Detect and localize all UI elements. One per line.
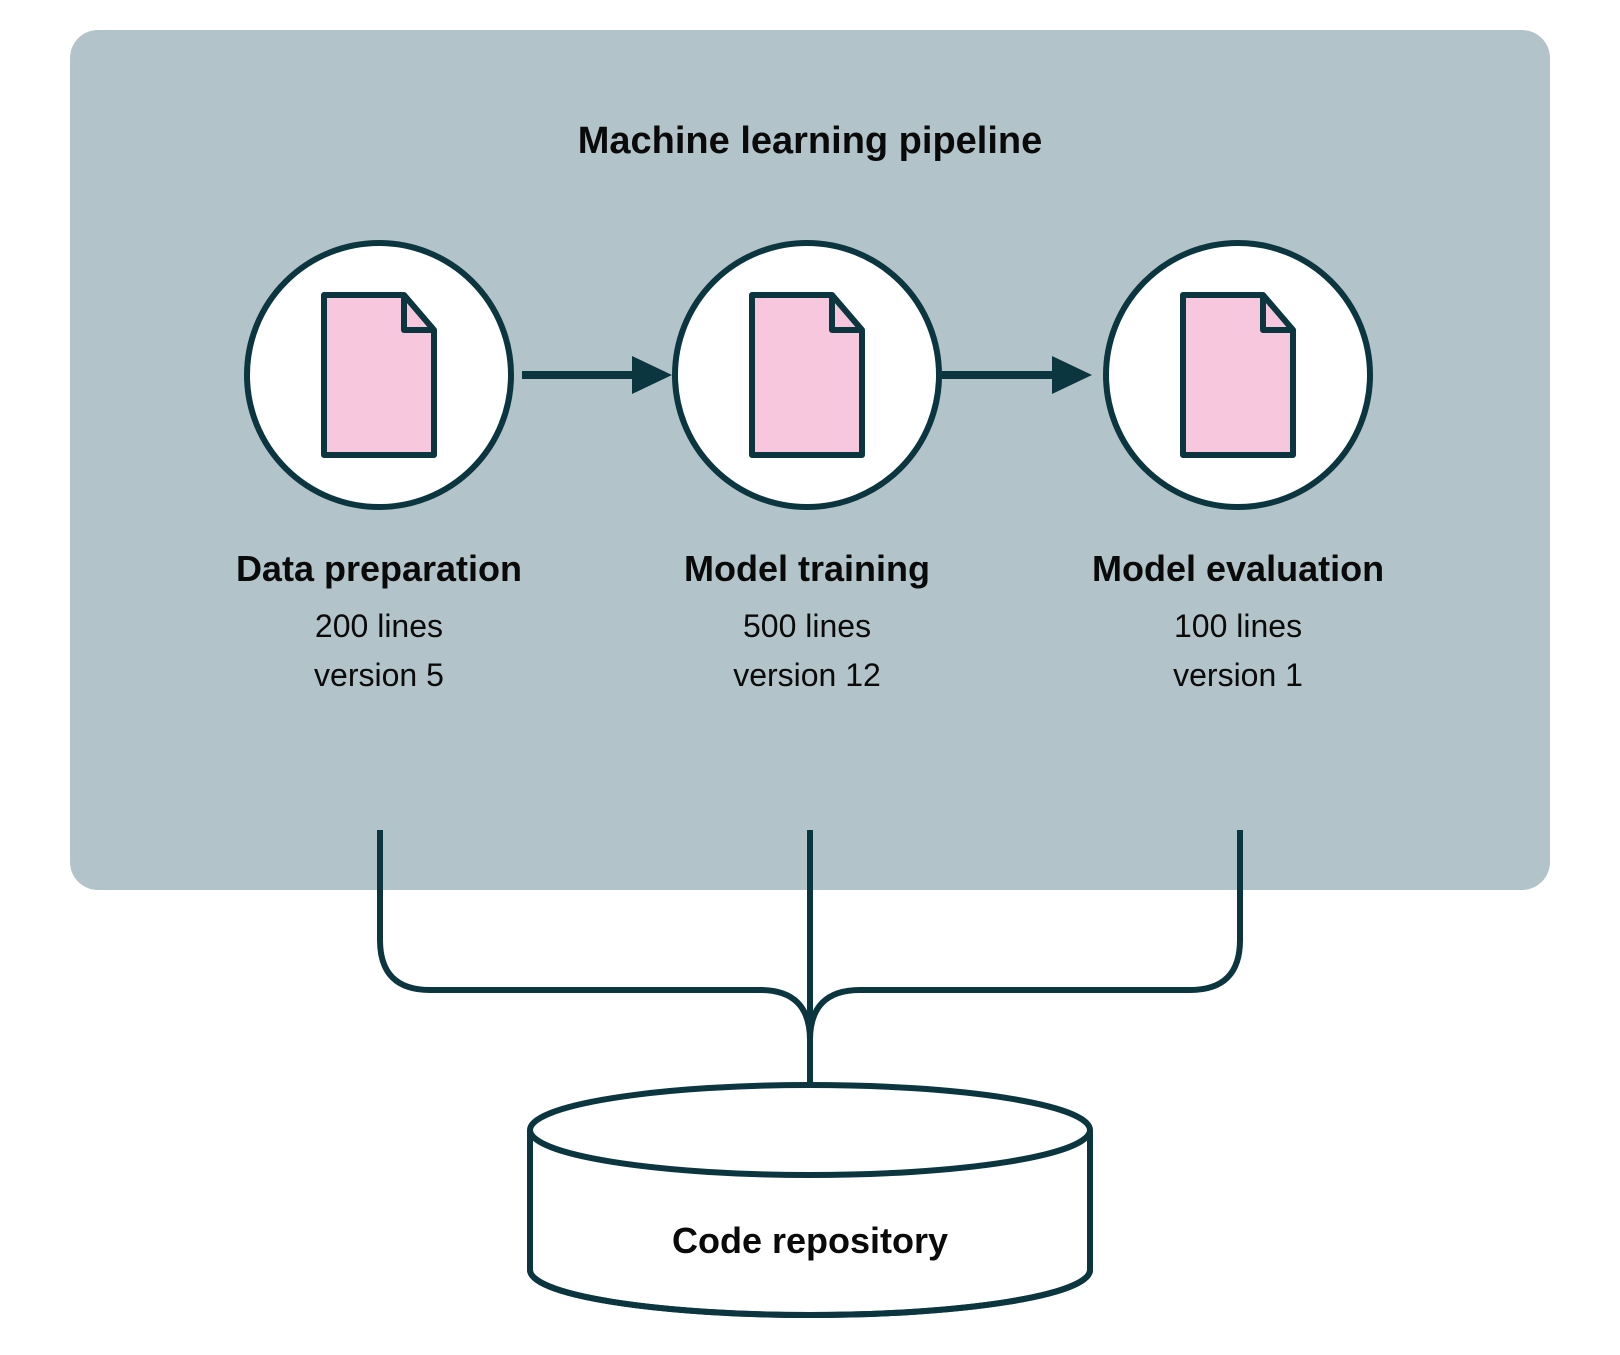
stage-lines: 500 lines <box>743 608 871 645</box>
document-icon <box>314 290 444 460</box>
stage-lines: 100 lines <box>1174 608 1302 645</box>
stage-data-preparation: Data preparation 200 lines version 5 <box>236 240 522 694</box>
stage-circle <box>1103 240 1373 510</box>
database-icon <box>530 1085 1090 1315</box>
stage-name: Model training <box>684 548 930 590</box>
stage-name: Model evaluation <box>1092 548 1384 590</box>
repository-label: Code repository <box>0 1220 1620 1262</box>
pipeline-stages-row: Data preparation 200 lines version 5 Mod… <box>70 240 1550 694</box>
stage-version: version 12 <box>733 657 881 694</box>
document-icon <box>1173 290 1303 460</box>
stage-model-evaluation: Model evaluation 100 lines version 1 <box>1092 240 1384 694</box>
stage-circle <box>672 240 942 510</box>
stage-model-training: Model training 500 lines version 12 <box>672 240 942 694</box>
arrow-icon <box>522 240 672 510</box>
stage-version: version 5 <box>314 657 444 694</box>
merge-connector <box>0 830 1620 1350</box>
pipeline-title: Machine learning pipeline <box>70 120 1550 163</box>
document-icon <box>742 290 872 460</box>
stage-version: version 1 <box>1173 657 1303 694</box>
arrow-icon <box>942 240 1092 510</box>
pipeline-panel: Machine learning pipeline Data preparati… <box>70 30 1550 890</box>
stage-lines: 200 lines <box>315 608 443 645</box>
stage-name: Data preparation <box>236 548 522 590</box>
stage-circle <box>244 240 514 510</box>
